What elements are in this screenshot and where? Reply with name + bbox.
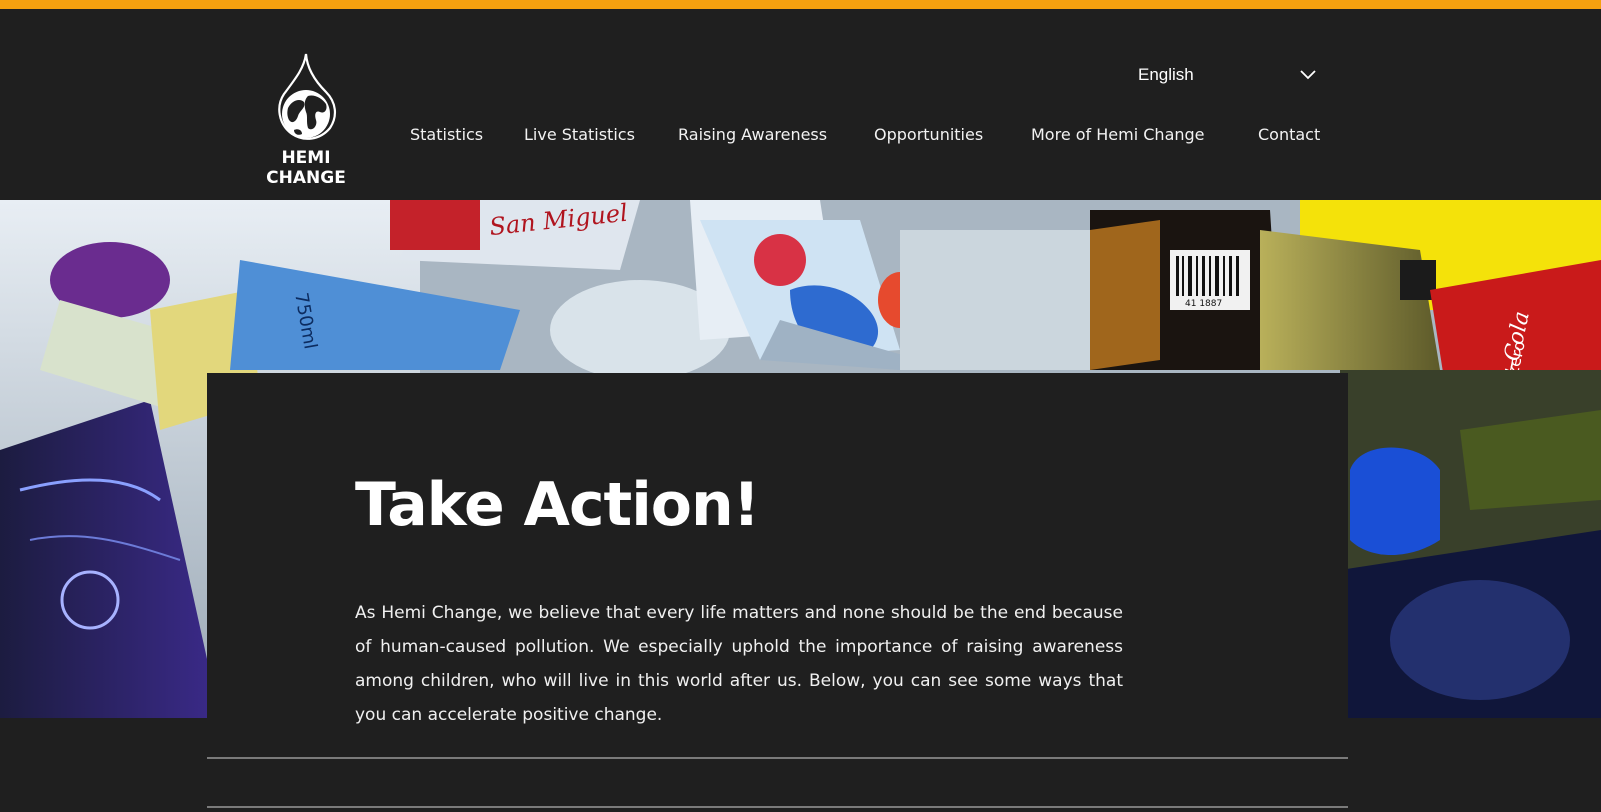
page-title: Take Action! [355,470,760,540]
top-accent-bar [0,0,1601,9]
language-selector[interactable]: English [1138,62,1320,88]
nav-item-statistics[interactable]: Statistics [410,125,483,144]
nav-item-live-statistics[interactable]: Live Statistics [524,125,635,144]
language-selected: English [1138,65,1194,84]
chevron-down-icon [1300,70,1316,80]
intro-paragraph: As Hemi Change, we believe that every li… [355,603,1123,725]
nav-item-opportunities[interactable]: Opportunities [874,125,983,144]
main-nav: Statistics Live Statistics Raising Aware… [0,125,1601,151]
nav-item-contact[interactable]: Contact [1258,125,1320,144]
section-divider [207,806,1348,808]
section-divider [207,757,1348,759]
logo[interactable]: HEMI CHANGE [246,52,366,188]
nav-item-raising-awareness[interactable]: Raising Awareness [678,125,827,144]
nav-item-more-of-hemi-change[interactable]: More of Hemi Change [1031,125,1205,144]
brand-name: HEMI CHANGE [266,148,346,188]
barcode-number: 41 1887 [1185,299,1222,309]
